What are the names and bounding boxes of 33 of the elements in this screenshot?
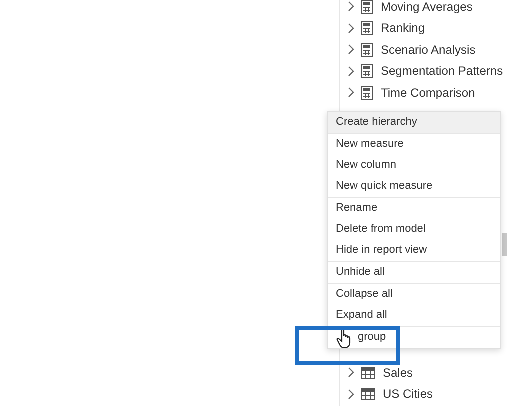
menu-item[interactable]: Unhide all: [328, 262, 500, 283]
calculator-icon: [361, 86, 373, 100]
chevron-right-icon[interactable]: [348, 367, 355, 378]
tree-item-label[interactable]: Ranking: [381, 19, 426, 38]
chevron-right-icon[interactable]: [348, 1, 355, 12]
menu-item[interactable]: New column: [328, 155, 500, 176]
chevron-right-icon[interactable]: [348, 44, 355, 56]
tree-item-label[interactable]: Time Comparison: [381, 84, 476, 102]
calculator-icon: [361, 42, 373, 57]
chevron-right-icon[interactable]: [348, 22, 355, 34]
calculator-icon: [361, 64, 373, 78]
tree-item-label[interactable]: US Cities: [383, 385, 434, 404]
menu-item[interactable]: Expand all: [328, 305, 500, 326]
table-icon: [361, 388, 375, 400]
menu-item-label[interactable]: group: [358, 329, 386, 346]
tree-item-label[interactable]: Scenario Analysis: [381, 40, 476, 59]
table-icon: [361, 366, 375, 379]
menu-item[interactable]: New quick measure: [328, 176, 500, 197]
tree-item-label[interactable]: Moving Averages: [381, 0, 473, 16]
scrollbar-thumb[interactable]: [502, 233, 507, 256]
tree-item-label[interactable]: Segmentation Patterns: [381, 62, 504, 80]
menu-item[interactable]: Rename: [328, 198, 500, 219]
menu-item[interactable]: group: [328, 327, 500, 348]
chevron-right-icon[interactable]: [348, 87, 355, 98]
chevron-right-icon[interactable]: [348, 388, 355, 400]
tree-item-label[interactable]: Sales: [383, 364, 414, 382]
menu-item[interactable]: New measure: [328, 134, 500, 155]
menu-item[interactable]: Create hierarchy: [328, 112, 500, 133]
chevron-right-icon[interactable]: [348, 66, 355, 77]
menu-item[interactable]: Collapse all: [328, 284, 500, 305]
calculator-icon: [361, 21, 373, 36]
menu-item[interactable]: Delete from model: [328, 219, 500, 240]
menu-item[interactable]: Hide in report view: [328, 240, 500, 261]
